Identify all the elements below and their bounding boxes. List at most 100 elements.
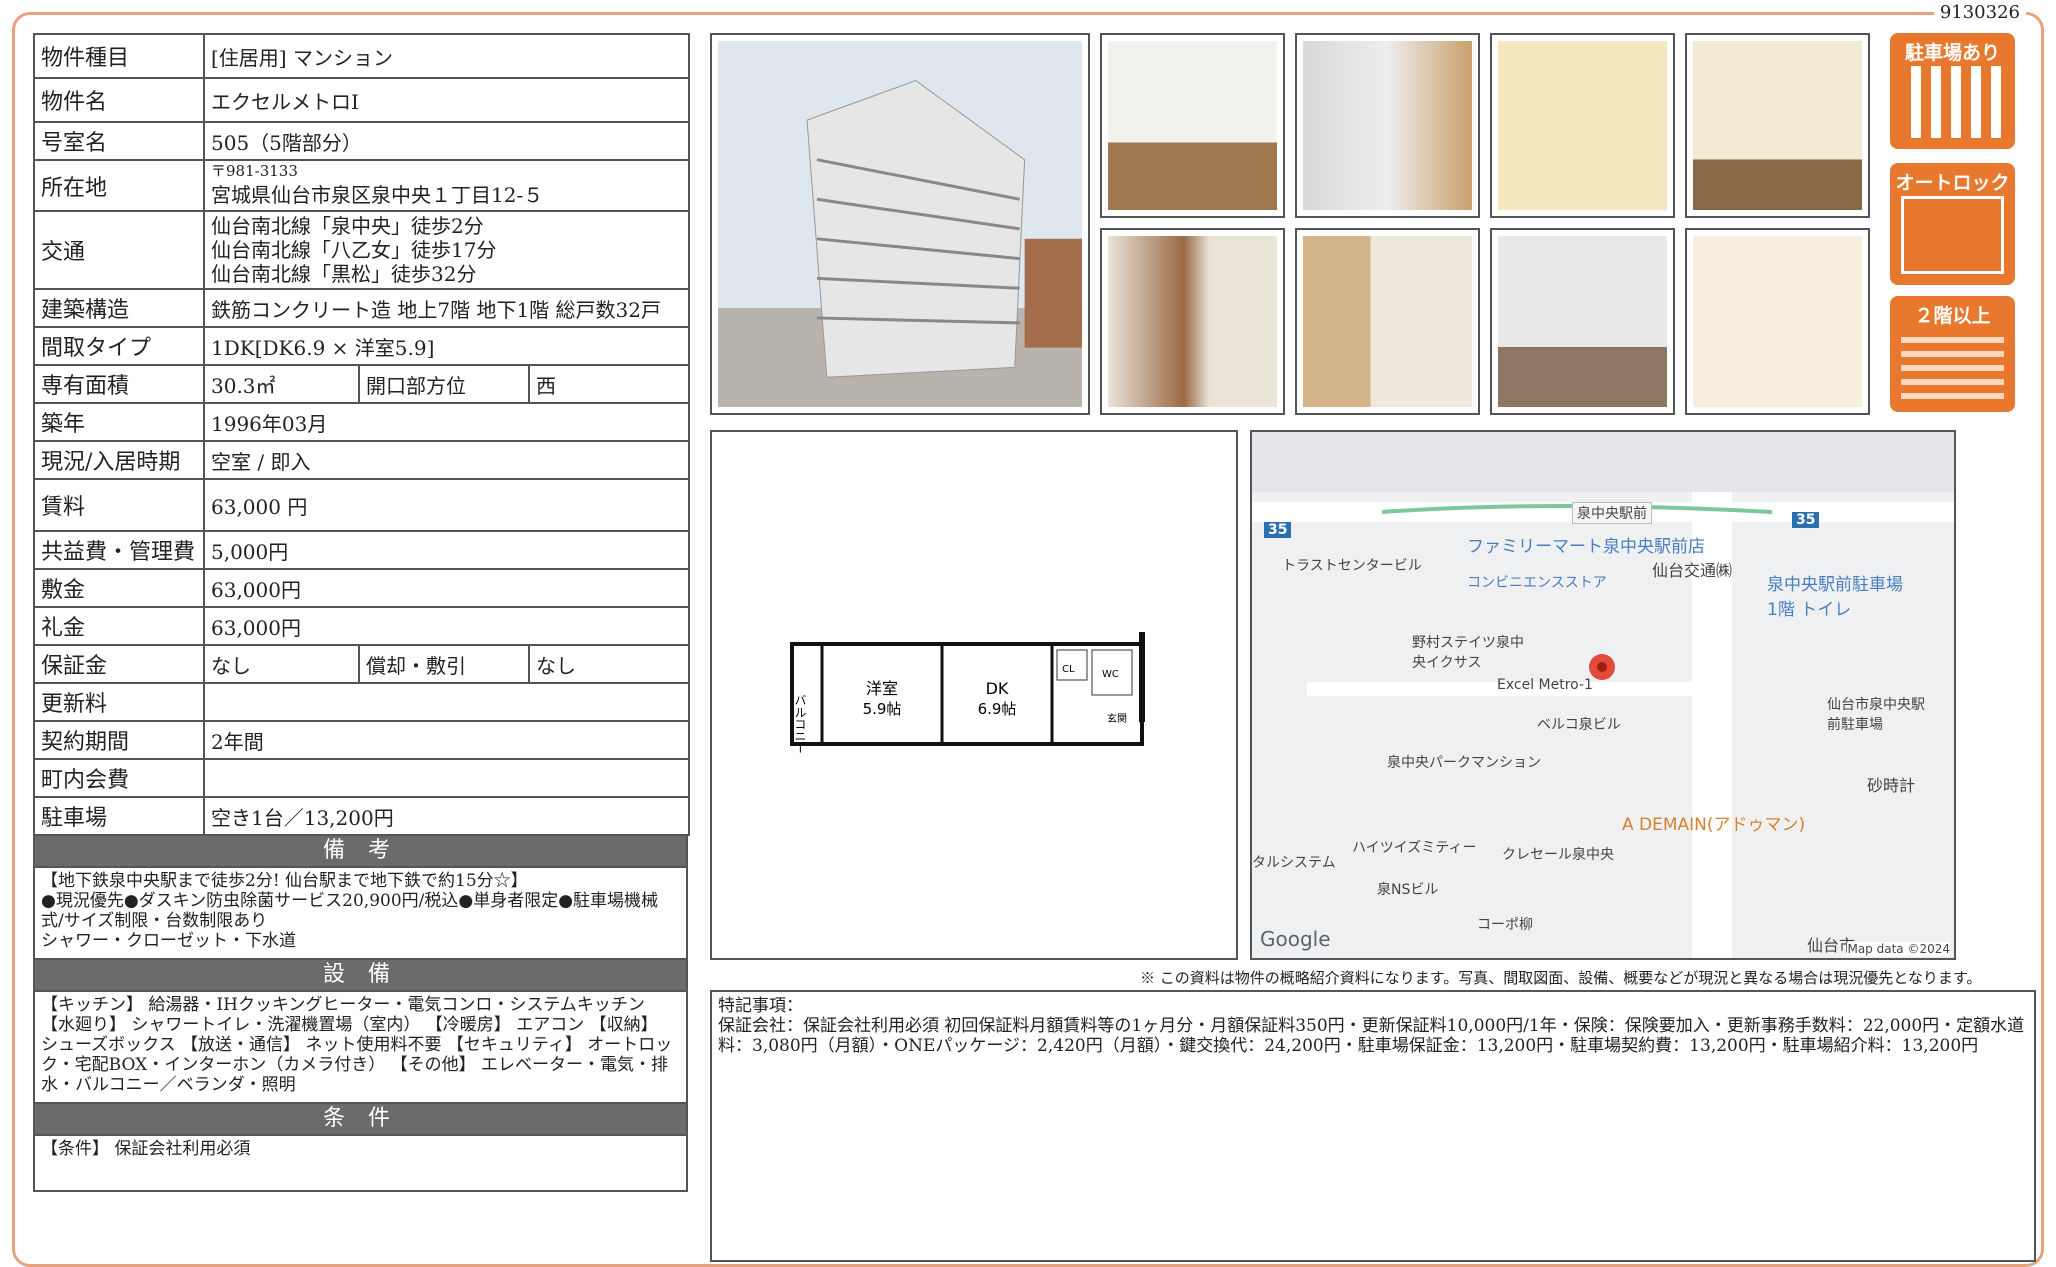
renewal-value — [202, 682, 691, 722]
toilet-photo — [1685, 33, 1870, 218]
building-icon — [1901, 329, 2004, 401]
parking-available-tag: 駐車場あり — [1890, 33, 2015, 149]
community-label: 町内会費 — [33, 758, 205, 798]
community-value — [202, 758, 691, 798]
tag-label: ２階以上 — [1914, 305, 1991, 327]
location-map: 泉中央駅前 35 35 トラストセンタービル 野村ステイツ泉中央イクサス Exc… — [1250, 430, 1956, 960]
closet-photo — [1295, 228, 1480, 415]
name-value: エクセルメトロI — [202, 77, 691, 123]
wc-label: WC — [1102, 669, 1119, 680]
dk-label: DK — [986, 679, 1009, 698]
map-label: 仙台市泉中央駅前駐車場 — [1827, 697, 1925, 733]
type-label: 物件種目 — [33, 33, 205, 79]
map-label: ベルコ泉ビル — [1537, 717, 1621, 733]
map-label: コーポ柳 — [1477, 917, 1533, 933]
area-label: 専有面積 — [33, 364, 205, 404]
tag-label: 駐車場あり — [1904, 42, 2000, 64]
layout-label: 間取タイプ — [33, 326, 205, 366]
map-credit: Map data ©2024 — [1847, 942, 1950, 956]
google-logo: Google — [1260, 927, 1331, 951]
map-poi: ファミリーマート泉中央駅前店 — [1467, 537, 1705, 557]
kitchen-photo — [1295, 33, 1480, 218]
parking-value: 空き1台／13,200円 — [202, 796, 691, 836]
remarks-header: 備 考 — [33, 836, 688, 868]
station-label: 泉中央駅前 — [1572, 502, 1652, 524]
transit-line: 仙台南北線「八乙女」徒歩17分 — [211, 238, 497, 262]
room-photo — [1100, 33, 1285, 218]
map-label: 野村ステイツ泉中央イクサス — [1412, 635, 1524, 671]
guarantee-label: 保証金 — [33, 644, 205, 684]
remarks-text: 【地下鉄泉中央駅まで徒歩2分! 仙台駅まで地下鉄で約15分☆】 ●現況優先●ダス… — [33, 868, 688, 960]
map-label: 仙台交通㈱ — [1652, 561, 1733, 580]
map-label: 泉NSビル — [1377, 882, 1439, 898]
tag-label: オートロック — [1895, 172, 2010, 194]
keymoney-value: 63,000円 — [202, 606, 691, 646]
autolock-tag: オートロック — [1890, 163, 2015, 285]
facilities-header: 設 備 — [33, 960, 688, 992]
conditions-header: 条 件 — [33, 1104, 688, 1136]
route-35-sign: 35 — [1264, 522, 1292, 538]
laundry-photo — [1685, 228, 1870, 415]
map-label: Excel Metro-1 — [1497, 677, 1593, 693]
fee-label: 共益費・管理費 — [33, 530, 205, 570]
term-label: 契約期間 — [33, 720, 205, 760]
lock-icon — [1901, 196, 2004, 274]
special-notes-text: 保証会社：保証会社利用必須 初回保証料月額賃料等の1ヶ月分・月額保証料350円・… — [718, 1016, 2025, 1056]
closet-label: CL — [1062, 664, 1075, 675]
entrance-label: 玄関 — [1107, 712, 1127, 725]
address-value: 宮城県仙台市泉区泉中央１丁目12-５ — [211, 183, 544, 207]
room-label: 号室名 — [33, 121, 205, 161]
built-value: 1996年03月 — [202, 402, 691, 442]
address-label: 所在地 — [33, 159, 205, 212]
route-35-sign: 35 — [1792, 512, 1820, 528]
name-label: 物件名 — [33, 77, 205, 123]
renewal-label: 更新料 — [33, 682, 205, 722]
area-value: 30.3㎡ — [203, 364, 360, 404]
transit-line: 仙台南北線「黒松」徒歩32分 — [211, 262, 477, 286]
bathroom-photo — [1490, 33, 1675, 218]
room-value: 505（5階部分） — [202, 121, 691, 161]
guarantee-value: なし — [203, 644, 360, 684]
conditions-text: 【条件】 保証会社利用必須 — [33, 1136, 688, 1192]
layout-value: 1DK[DK6.9 × 洋室5.9] — [202, 326, 691, 366]
status-label: 現況/入居時期 — [33, 440, 205, 480]
document-id: 9130326 — [1933, 2, 2026, 23]
hallway-photo — [1100, 228, 1285, 415]
type-value: [住居用] マンション — [202, 33, 691, 79]
special-notes-title: 特記事項： — [718, 996, 803, 1016]
second-floor-up-tag: ２階以上 — [1890, 296, 2015, 412]
map-poi: コンビニエンスストア — [1467, 575, 1607, 591]
map-label: ハイツイズミティー — [1352, 840, 1477, 856]
map-poi: 泉中央駅前駐車場 1階 トイレ — [1767, 575, 1903, 620]
property-table: 物件種目 [住居用] マンション 物件名 エクセルメトロI 号室名 505（5階… — [33, 33, 691, 836]
floor-plan-drawing: バルコニー 洋室 5.9帖 DK 6.9帖 CL WC 玄関 — [790, 632, 1145, 754]
term-value: 2年間 — [202, 720, 691, 760]
balcony-label: バルコニー — [793, 694, 807, 754]
special-notes: 特記事項： 保証会社：保証会社利用必須 初回保証料月額賃料等の1ヶ月分・月額保証… — [710, 990, 2036, 1262]
floor-plan: バルコニー 洋室 5.9帖 DK 6.9帖 CL WC 玄関 — [710, 430, 1238, 960]
built-label: 築年 — [33, 402, 205, 442]
facilities-text: 【キッチン】 給湯器・IHクッキングヒーター・電気コンロ・システムキッチン 【水… — [33, 992, 688, 1104]
map-label: クレセール泉中央 — [1502, 847, 1614, 863]
direction-label: 開口部方位 — [358, 364, 530, 404]
map-label: 泉中央パークマンション — [1387, 755, 1541, 771]
structure-value: 鉄筋コンクリート造 地上7階 地下1階 総戸数32戸 — [202, 288, 691, 328]
parking-label: 駐車場 — [33, 796, 205, 836]
property-info: 物件種目 [住居用] マンション 物件名 エクセルメトロI 号室名 505（5階… — [33, 33, 691, 1192]
fee-value: 5,000円 — [202, 530, 691, 570]
western-room-label: 洋室 — [866, 679, 898, 698]
deposit-label: 敷金 — [33, 568, 205, 608]
keymoney-label: 礼金 — [33, 606, 205, 646]
postal-code: 〒981-3133 — [211, 162, 298, 180]
structure-label: 建築構造 — [33, 288, 205, 328]
parking-icon — [1901, 66, 2004, 138]
direction-value: 西 — [527, 364, 691, 404]
building-image — [718, 41, 1082, 407]
map-poi: A DEMAIN(アドゥマン) — [1622, 815, 1806, 835]
western-room-size: 5.9帖 — [863, 700, 902, 718]
amort-label: 償却・敷引 — [358, 644, 530, 684]
map-label: トラストセンタービル — [1282, 558, 1422, 574]
deposit-value: 63,000円 — [202, 568, 691, 608]
status-value: 空室 / 即入 — [202, 440, 691, 480]
disclaimer-note: ※ この資料は物件の概略紹介資料になります。写真、間取図面、設備、概要などが現況… — [1140, 969, 1982, 987]
